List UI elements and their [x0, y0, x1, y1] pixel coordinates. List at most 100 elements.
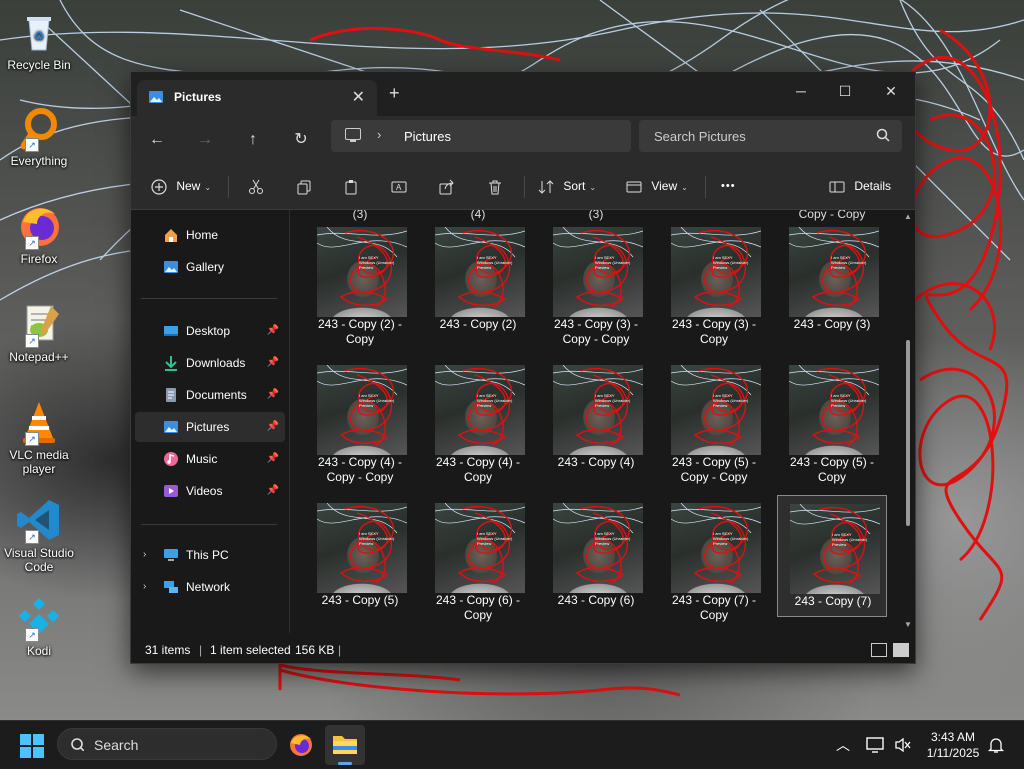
- nav-item-label: Home: [186, 228, 219, 242]
- item-count: 31 items: [145, 643, 191, 657]
- expand-chevron-icon[interactable]: ›: [143, 572, 146, 602]
- show-hidden-icons-chevron-icon[interactable]: ︿: [836, 735, 850, 783]
- file-name: 243 - Copy (2): [439, 317, 517, 331]
- nav-item-videos[interactable]: Videos 📌: [135, 476, 285, 506]
- breadcrumb-pictures[interactable]: Pictures: [404, 129, 451, 144]
- new-tab-button[interactable]: +: [389, 83, 400, 104]
- clock-time: 3:43 AM: [930, 730, 976, 744]
- watermark-text: Preview: [831, 265, 846, 270]
- file-item[interactable]: I am SEXY Windows (Unraider) Preview 243 - …: [777, 357, 887, 484]
- sort-icon: [538, 180, 554, 194]
- file-item[interactable]: I am SEXY Windows (Unraider) Preview 243 - …: [659, 495, 769, 622]
- minimize-button[interactable]: ─: [781, 78, 821, 104]
- tab-pictures[interactable]: Pictures ✕: [137, 80, 377, 116]
- file-item[interactable]: I am SEXY Windows (Unraider) Preview 243 - …: [305, 219, 415, 346]
- paste-button[interactable]: [343, 174, 359, 198]
- taskbar: Search ︿ 3:43 AM 1/11/2025: [0, 720, 1024, 769]
- pin-icon: 📌: [266, 389, 279, 400]
- watermark-text: Preview: [595, 265, 610, 270]
- close-button[interactable]: ✕: [871, 78, 911, 104]
- view-icon: [626, 181, 642, 193]
- details-pane-button[interactable]: Details: [829, 174, 891, 198]
- nav-item-documents[interactable]: Documents 📌: [135, 380, 285, 410]
- scroll-up-arrow-icon[interactable]: ▲: [904, 212, 912, 221]
- view-button[interactable]: View ⌄: [626, 174, 688, 198]
- tab-close-icon[interactable]: ✕: [352, 87, 365, 107]
- nav-item-music[interactable]: Music 📌: [135, 444, 285, 474]
- expand-chevron-icon[interactable]: ›: [143, 540, 146, 570]
- desktop-icon-firefox[interactable]: ↗ Firefox: [2, 202, 76, 266]
- nav-item-this-pc[interactable]: › This PC: [135, 540, 285, 570]
- desktop-icon-label: Recycle Bin: [7, 58, 71, 72]
- shortcut-arrow-icon: ↗: [25, 334, 39, 348]
- nav-item-network[interactable]: › Network: [135, 572, 285, 602]
- taskbar-search-box[interactable]: Search: [57, 728, 277, 760]
- large-icons-view-icon[interactable]: [893, 643, 909, 657]
- share-button[interactable]: [439, 174, 455, 198]
- desktop-icon-everything[interactable]: ↗ Everything: [2, 104, 76, 168]
- desktop-icon-kodi[interactable]: ↗ Kodi: [2, 594, 76, 658]
- see-more-button[interactable]: •••: [721, 174, 736, 198]
- taskbar-firefox[interactable]: [281, 725, 321, 765]
- windows-start-icon[interactable]: [20, 734, 44, 758]
- details-view-icon[interactable]: [871, 643, 887, 657]
- nav-item-home[interactable]: Home: [135, 220, 285, 250]
- file-item[interactable]: I am SEXY Windows (Unraider) Preview 243 - …: [541, 357, 651, 479]
- desktop-icon-notepad-plus-plus[interactable]: ↗ Notepad++: [2, 300, 76, 364]
- file-item[interactable]: I am SEXY Windows (Unraider) Preview 243 - …: [423, 357, 533, 484]
- refresh-icon[interactable]: ↻: [289, 128, 313, 152]
- pane-divider[interactable]: [289, 210, 290, 633]
- file-item[interactable]: I am SEXY Windows (Unraider) Preview 243 - …: [777, 219, 887, 341]
- sort-button[interactable]: Sort ⌄: [538, 174, 596, 198]
- file-item[interactable]: I am SEXY Windows (Unraider) Preview 243 - …: [305, 495, 415, 617]
- vertical-scrollbar[interactable]: ▲ ▼: [903, 210, 913, 633]
- thumbnail-scribble: [435, 227, 525, 308]
- file-name: 243 - Copy (4) - Copy - Copy: [317, 455, 403, 484]
- copy-icon: [297, 180, 311, 195]
- file-item[interactable]: I am SEXY Windows (Unraider) Preview 243 - …: [305, 357, 415, 484]
- details-label: Details: [854, 179, 892, 193]
- pin-icon: 📌: [266, 357, 279, 368]
- back-arrow-icon[interactable]: ←: [145, 128, 169, 152]
- network-status-icon[interactable]: [866, 736, 886, 754]
- file-item[interactable]: I am SEXY Windows (Unraider) Preview 243 - …: [659, 357, 769, 484]
- rename-button[interactable]: A: [391, 174, 407, 198]
- breadcrumb-chevron-icon[interactable]: ›: [377, 127, 381, 142]
- desktop-icon-label: Kodi: [26, 644, 52, 658]
- cut-button[interactable]: [248, 174, 264, 198]
- desktop-icon-recycle-bin[interactable]: ♻ Recycle Bin: [2, 8, 76, 72]
- new-button[interactable]: New ⌄: [151, 174, 211, 198]
- nav-item-downloads[interactable]: Downloads 📌: [135, 348, 285, 378]
- file-item[interactable]: I am SEXY Windows (Unraider) Preview 243 - …: [777, 495, 887, 617]
- thumbnail-scribble: [435, 503, 525, 584]
- delete-button[interactable]: [487, 174, 503, 198]
- nav-item-gallery[interactable]: Gallery: [135, 252, 285, 282]
- search-input[interactable]: Search Pictures: [639, 120, 902, 152]
- nav-item-desktop[interactable]: Desktop 📌: [135, 316, 285, 346]
- taskbar-file-explorer[interactable]: [325, 725, 365, 765]
- image-thumbnail: I am SEXY Windows (Unraider) Preview: [553, 503, 643, 593]
- file-item[interactable]: I am SEXY Windows (Unraider) Preview 243 - …: [541, 219, 651, 346]
- scroll-down-arrow-icon[interactable]: ▼: [904, 620, 912, 629]
- up-arrow-icon[interactable]: ↑: [241, 128, 265, 152]
- watermark-text: Preview: [831, 403, 846, 408]
- desktop-icon-vlc[interactable]: ↗ VLC media player: [2, 398, 76, 476]
- maximize-button[interactable]: ☐: [825, 78, 865, 104]
- notification-bell-icon[interactable]: [988, 736, 1004, 754]
- clipboard-icon: [345, 179, 357, 195]
- scrollbar-thumb[interactable]: [906, 340, 910, 526]
- gallery-icon: [164, 261, 178, 273]
- nav-item-pictures[interactable]: Pictures 📌: [135, 412, 285, 442]
- copy-button[interactable]: [296, 174, 312, 198]
- desktop-icon-vscode[interactable]: ↗ Visual Studio Code: [2, 496, 76, 574]
- volume-muted-icon[interactable]: [894, 737, 912, 753]
- file-name: 243 - Copy (4): [557, 455, 635, 469]
- address-box[interactable]: › Pictures: [331, 120, 631, 152]
- system-clock[interactable]: 3:43 AM 1/11/2025: [918, 729, 988, 761]
- file-item[interactable]: I am SEXY Windows (Unraider) Preview 243 - …: [423, 219, 533, 341]
- file-item[interactable]: I am SEXY Windows (Unraider) Preview 243 - …: [659, 219, 769, 346]
- nav-item-label: Music: [186, 452, 218, 466]
- file-item[interactable]: I am SEXY Windows (Unraider) Preview 243 - …: [541, 495, 651, 617]
- forward-arrow-icon[interactable]: →: [193, 128, 217, 152]
- file-item[interactable]: I am SEXY Windows (Unraider) Preview 243 - …: [423, 495, 533, 622]
